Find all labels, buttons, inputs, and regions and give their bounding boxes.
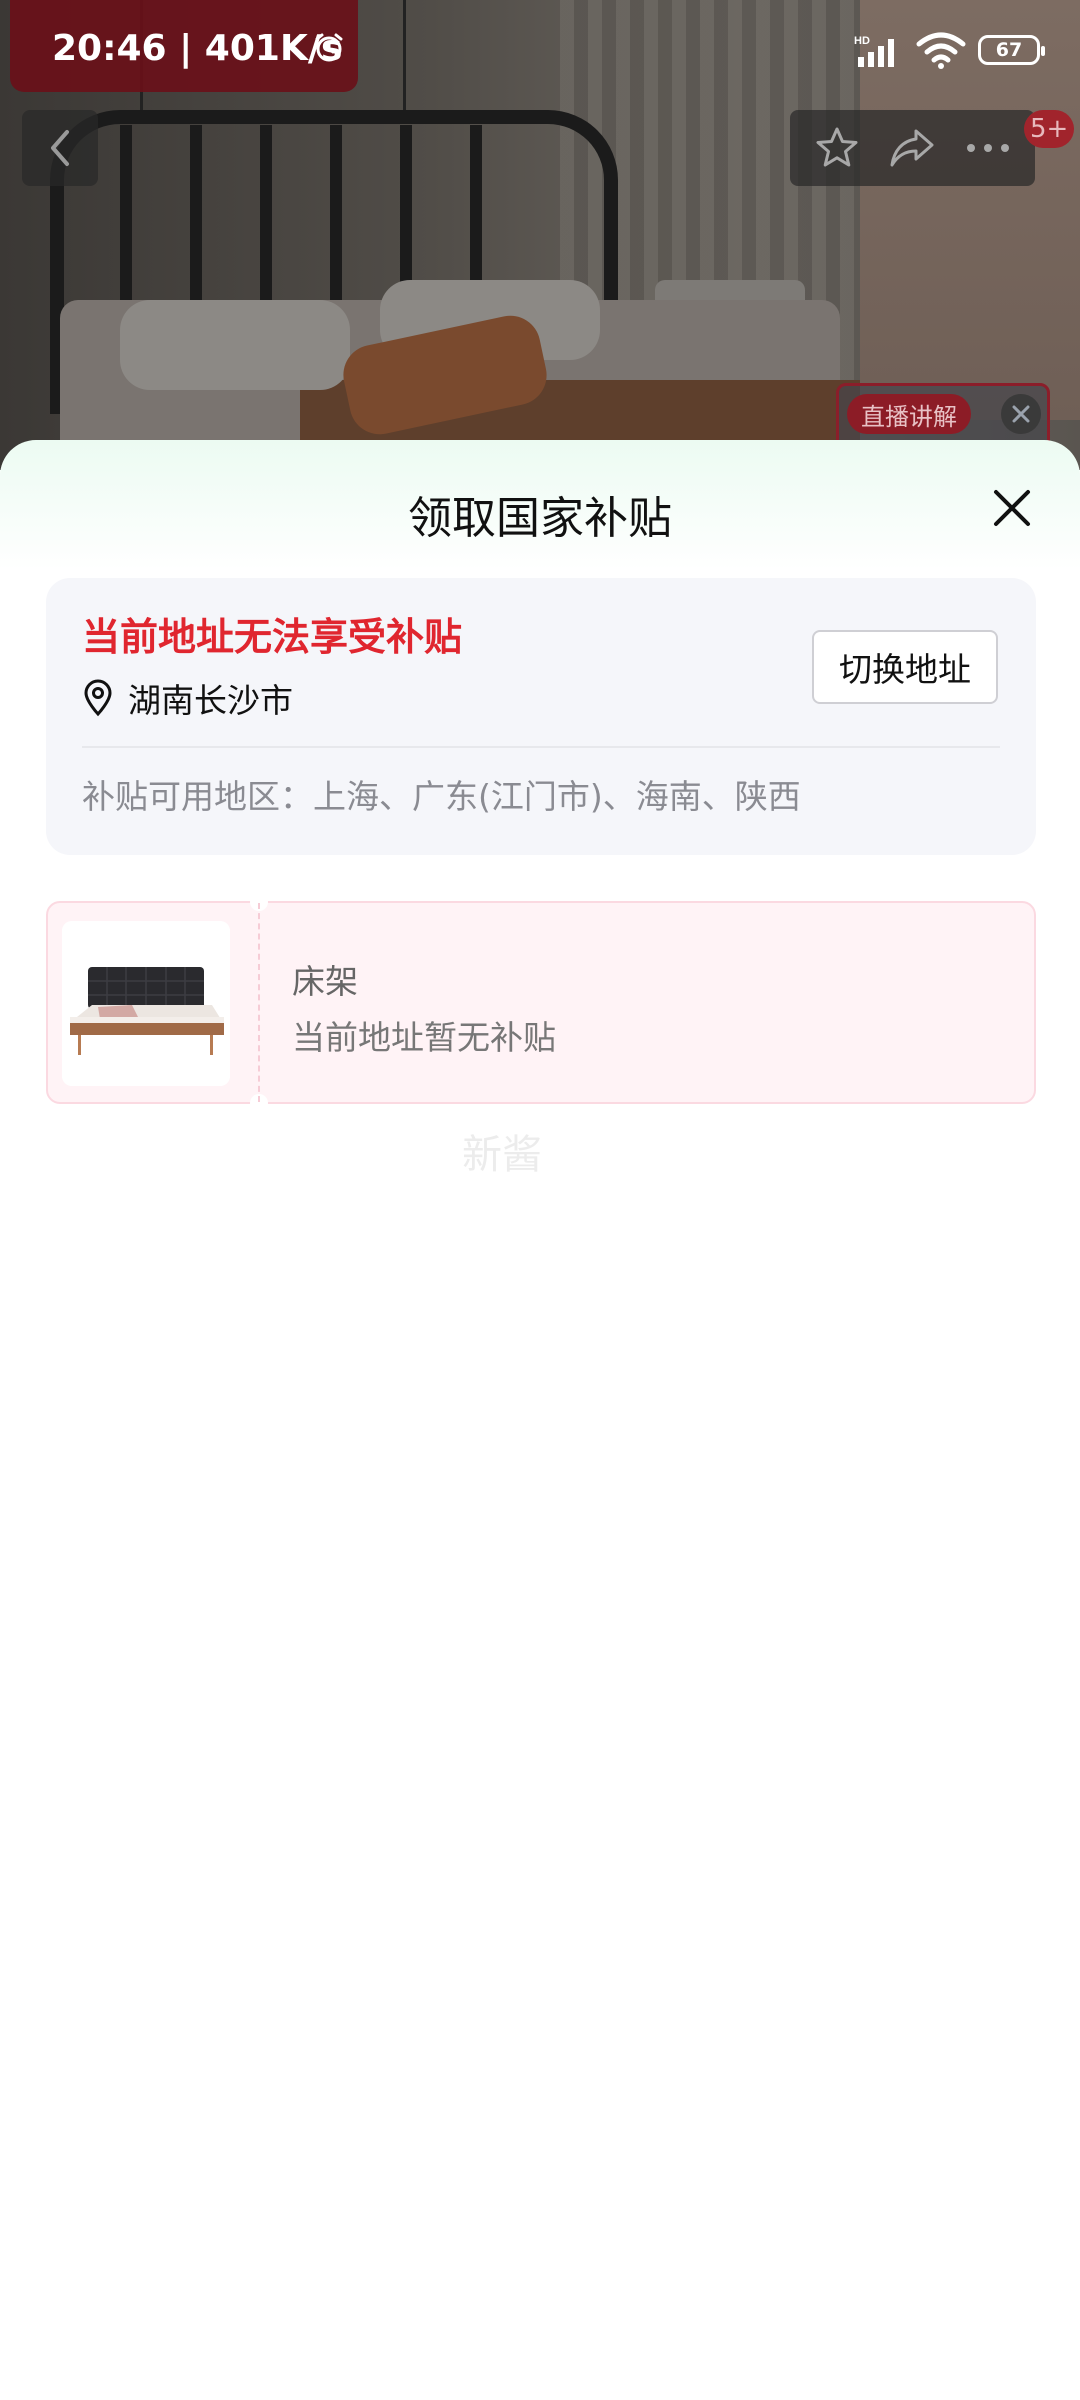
status-time: 20:46 | 401K/s	[52, 28, 343, 69]
alarm-icon	[315, 33, 343, 62]
sheet-title: 领取国家补贴	[408, 493, 672, 544]
message-count-badge: 5+	[1024, 110, 1075, 148]
more-icon[interactable]	[965, 138, 1011, 158]
location-pin-icon	[84, 679, 112, 717]
live-explain-label: 直播讲解	[847, 394, 971, 434]
chevron-left-icon	[51, 130, 69, 166]
product-subsidy-item[interactable]: 床架 当前地址暂无补贴	[46, 893, 1036, 1112]
faded-background-text: 新酱	[462, 1132, 542, 1178]
battery-icon: 67	[978, 35, 1045, 65]
ticket-divider	[258, 903, 260, 1102]
share-icon[interactable]	[888, 125, 936, 171]
divider	[82, 746, 1000, 748]
wifi-icon	[916, 32, 966, 69]
product-thumbnail	[62, 921, 230, 1086]
photo-pillow	[120, 300, 350, 390]
close-icon[interactable]	[990, 486, 1034, 530]
cellular-signal-icon: HD	[854, 35, 894, 67]
current-address: 湖南长沙市	[82, 674, 293, 722]
top-action-bar	[790, 110, 1035, 186]
eligible-regions-text: 补贴可用地区：上海、广东(江门市)、海南、陕西	[82, 777, 801, 816]
status-bar: 20:46 | 401K/s HD 67	[0, 0, 1080, 100]
live-close-button[interactable]	[1001, 394, 1041, 434]
network-type-label: HD	[854, 35, 870, 47]
close-icon	[1012, 405, 1030, 423]
switch-address-button[interactable]: 切换地址	[812, 630, 998, 704]
address-card: 当前地址无法享受补贴 湖南长沙市 切换地址 补贴可用地区：上海、广东(江门市)、…	[46, 578, 1036, 855]
back-button[interactable]	[22, 110, 98, 186]
subsidy-bottom-sheet: 领取国家补贴 当前地址无法享受补贴 湖南长沙市 切换地址 补贴可用地区：上海、广…	[0, 440, 1080, 2400]
star-icon[interactable]	[814, 125, 860, 171]
battery-level: 67	[995, 39, 1023, 61]
product-name: 床架	[292, 962, 358, 1001]
product-subsidy-status: 当前地址暂无补贴	[292, 1018, 556, 1057]
address-warning: 当前地址无法享受补贴	[82, 615, 463, 659]
address-location-text: 湖南长沙市	[128, 681, 293, 720]
